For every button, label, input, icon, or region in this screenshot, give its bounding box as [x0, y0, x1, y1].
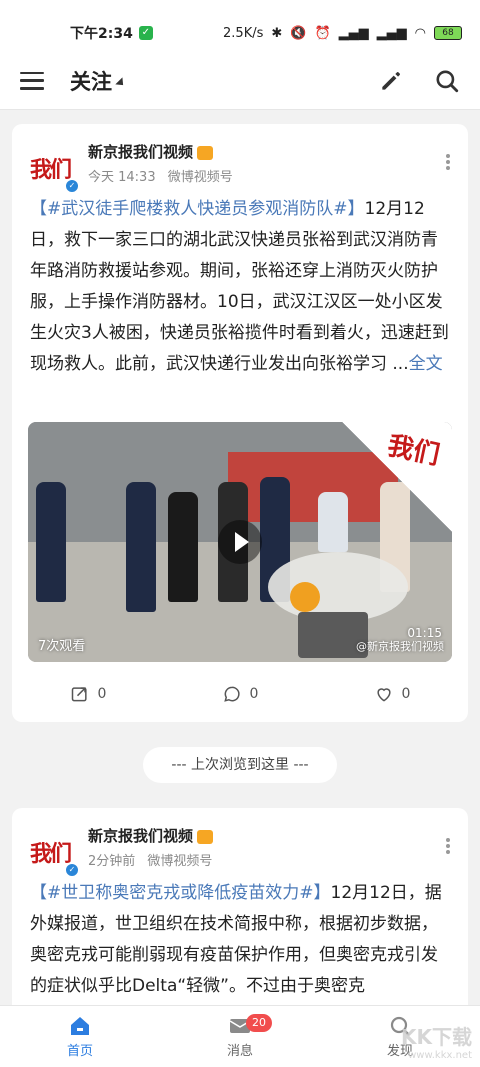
post-header: 我们 ✓ 新京报我们视频 2分钟前 微博视频号: [12, 808, 468, 882]
bluetooth-icon: ✱: [271, 25, 283, 41]
status-time: 下午2:34: [70, 26, 133, 42]
menu-icon[interactable]: [20, 71, 44, 90]
alarm-icon: ⏰: [314, 25, 331, 41]
like-icon: [376, 688, 391, 702]
post-text[interactable]: 【#世卫称奥密克戎或降低疫苗效力#】12月12日，据外媒报道，世卫组织在技术简报…: [30, 878, 452, 1002]
post-header: 我们 ✓ 新京报我们视频 今天 14:33 微博视频号: [12, 124, 468, 198]
avatar[interactable]: 我们 ✓: [30, 146, 80, 194]
topic-tag[interactable]: 【#世卫称奥密克戎或降低疫苗效力#】: [30, 883, 331, 903]
caret-icon: [115, 76, 127, 89]
more-options-icon[interactable]: [446, 154, 450, 170]
bottom-tab-bar: 首页 消息 20 发现 KK下载 www.kkx.net: [0, 1005, 480, 1067]
video-views: 7次观看: [38, 639, 86, 654]
home-icon: [71, 1017, 89, 1035]
comment-button[interactable]: 0: [164, 676, 316, 712]
site-watermark: KK下载 www.kkx.net: [401, 1021, 472, 1061]
play-button[interactable]: [218, 520, 262, 564]
repost-count: 0: [97, 686, 107, 702]
video-fire: [290, 582, 320, 612]
network-speed: 2.5K/s: [223, 25, 264, 41]
post-meta: 今天 14:33 微博视频号: [88, 166, 233, 185]
repost-button[interactable]: 0: [12, 676, 164, 712]
read-more-link[interactable]: 全文: [409, 354, 443, 374]
post-body: 12月12日，救下一家三口的湖北武汉快递员张裕到武汉消防青年路消防救援站参观。期…: [30, 199, 449, 374]
unread-badge: 20: [246, 1014, 272, 1032]
more-options-icon[interactable]: [446, 838, 450, 854]
tab-label: 消息: [226, 1044, 253, 1059]
watermark-url: www.kkx.net: [408, 1050, 472, 1061]
video-watermark: @新京报我们视频: [356, 640, 444, 653]
tab-home[interactable]: 首页: [0, 1006, 160, 1067]
video-figure: [36, 482, 66, 602]
post-text[interactable]: 【#武汉徒手爬楼救人快递员参观消防队#】12月12日，救下一家三口的湖北武汉快递…: [30, 194, 452, 380]
post-meta: 2分钟前 微博视频号: [88, 850, 212, 869]
mute-icon: 🔇: [290, 25, 307, 41]
vip-badge-icon: [197, 829, 214, 844]
post-time: 2分钟前: [88, 854, 136, 869]
wifi-icon: ◠: [414, 25, 426, 41]
post-time: 今天 14:33: [88, 170, 156, 185]
like-count: 0: [401, 686, 411, 702]
verified-icon: ✓: [64, 862, 80, 878]
comment-icon: [223, 686, 240, 702]
video-figure: [168, 492, 198, 602]
vip-badge-icon: [197, 145, 214, 160]
video-figure: [126, 482, 156, 612]
post-actions: 0 0 0: [12, 676, 468, 712]
author-name[interactable]: 新京报我们视频: [88, 825, 214, 846]
watermark-text: KK下载: [401, 1025, 472, 1049]
avatar[interactable]: 我们 ✓: [30, 830, 80, 878]
verified-icon: ✓: [64, 178, 80, 194]
status-right: 2.5K/s ✱ 🔇 ⏰ ▂▄▆ ▂▄▆ ◠ 68: [223, 26, 462, 41]
author-name[interactable]: 新京报我们视频: [88, 141, 214, 162]
page-title[interactable]: 关注: [70, 66, 127, 96]
top-bar: 关注: [0, 52, 480, 110]
tab-label: 首页: [66, 1044, 93, 1059]
topic-tag[interactable]: 【#武汉徒手爬楼救人快递员参观消防队#】: [30, 199, 365, 219]
feed-post[interactable]: 我们 ✓ 新京报我们视频 今天 14:33 微博视频号 【#武汉徒手爬楼救人快递…: [12, 124, 468, 722]
post-source: 微博视频号: [147, 854, 213, 869]
signal-hd-icon: ▂▄▆: [376, 25, 407, 41]
like-button[interactable]: 0: [316, 676, 468, 712]
post-ellipsis: ...: [387, 354, 409, 374]
search-icon[interactable]: [434, 68, 460, 94]
signal-icon: ▂▄▆: [338, 25, 369, 41]
tab-messages[interactable]: 消息 20: [160, 1006, 320, 1067]
edit-icon[interactable]: [378, 68, 404, 94]
video-player[interactable]: 我们 7次观看 01:15 @新京报我们视频: [28, 422, 452, 662]
repost-icon: [71, 687, 87, 702]
post-source: 微博视频号: [167, 170, 233, 185]
wechat-notification-icon: ✓: [138, 26, 153, 40]
battery-icon: 68: [434, 26, 462, 40]
comment-count: 0: [249, 686, 259, 702]
last-viewed-divider[interactable]: --- 上次浏览到这里 ---: [143, 747, 337, 783]
